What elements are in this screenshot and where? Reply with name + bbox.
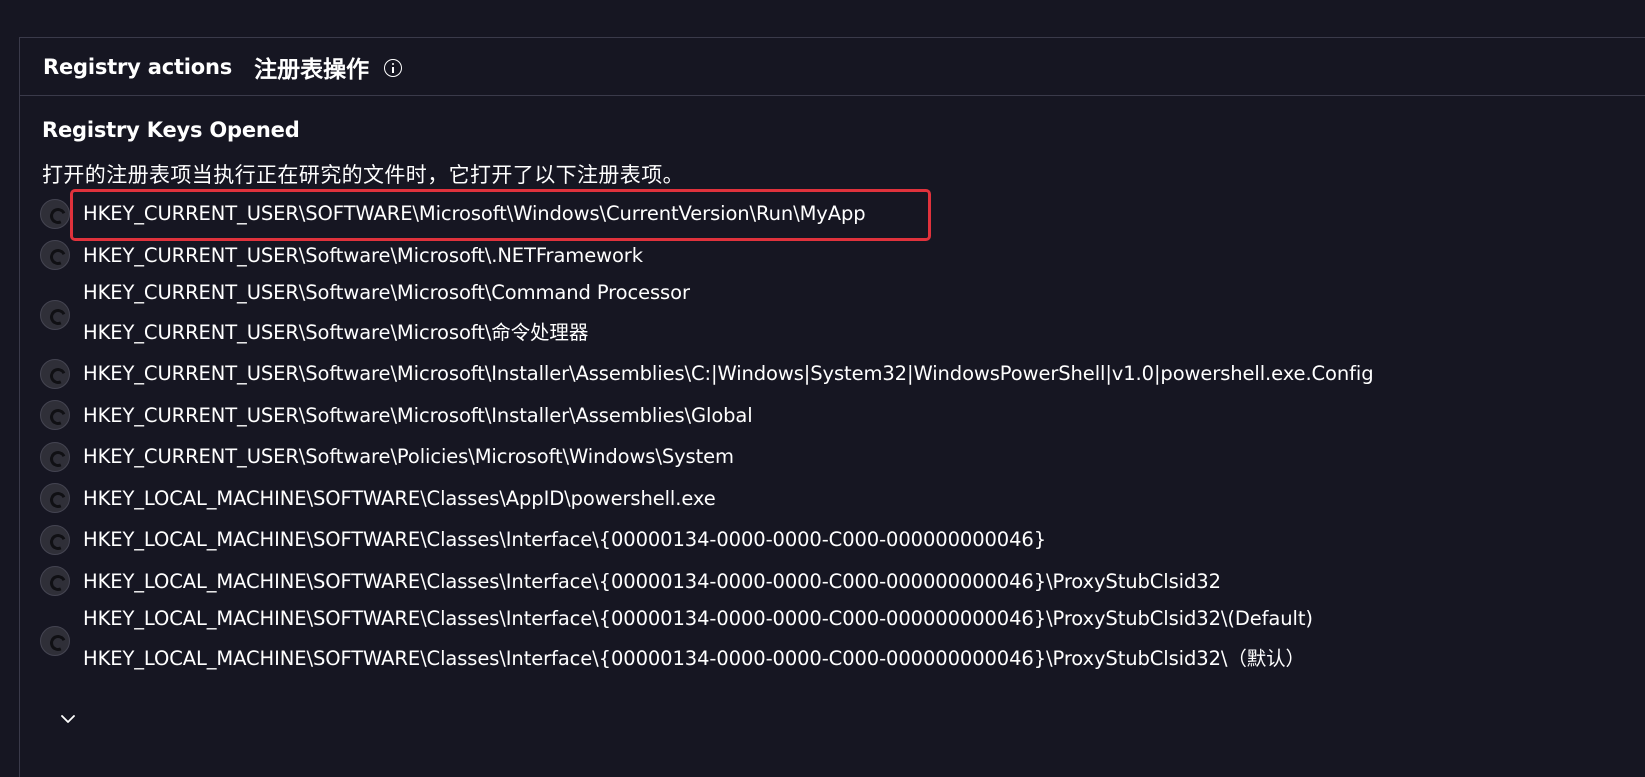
registry-actions-panel: Registry actions 注册表操作 Registry Keys Ope… — [19, 37, 1645, 777]
registry-key-icon — [40, 625, 70, 656]
list-item: HKEY_CURRENT_USER\Software\Policies\Micr… — [40, 436, 1620, 478]
registry-key-path: HKEY_LOCAL_MACHINE\SOFTWARE\Classes\Inte… — [83, 569, 1221, 593]
section-title-en: Registry actions — [43, 54, 233, 79]
list-item: HKEY_CURRENT_USER\Software\Microsoft\Com… — [40, 276, 1620, 353]
registry-key-icon — [40, 240, 70, 271]
registry-key-path: HKEY_CURRENT_USER\Software\Microsoft\Ins… — [83, 362, 1374, 386]
registry-key-icon — [40, 358, 70, 389]
list-item: HKEY_LOCAL_MACHINE\SOFTWARE\Classes\Inte… — [40, 602, 1620, 679]
registry-key-path: HKEY_CURRENT_USER\Software\Policies\Micr… — [83, 445, 734, 469]
list-item: HKEY_LOCAL_MACHINE\SOFTWARE\Classes\Inte… — [40, 519, 1620, 561]
registry-key-path: HKEY_CURRENT_USER\Software\Microsoft\命令处… — [83, 321, 589, 344]
registry-key-path: HKEY_CURRENT_USER\Software\Microsoft\Com… — [83, 281, 690, 304]
list-item: HKEY_CURRENT_USER\Software\Microsoft\Ins… — [40, 353, 1620, 395]
list-item: HKEY_LOCAL_MACHINE\SOFTWARE\Classes\AppI… — [40, 478, 1620, 520]
registry-key-path: HKEY_LOCAL_MACHINE\SOFTWARE\Classes\Inte… — [83, 528, 1047, 552]
list-item: HKEY_CURRENT_USER\SOFTWARE\Microsoft\Win… — [40, 193, 1620, 235]
list-item: HKEY_CURRENT_USER\Software\Microsoft\.NE… — [40, 235, 1620, 277]
chevron-down-icon[interactable] — [61, 712, 75, 726]
registry-key-path: HKEY_CURRENT_USER\Software\Microsoft\Ins… — [83, 403, 753, 427]
registry-key-icon — [40, 524, 70, 555]
registry-key-path: HKEY_LOCAL_MACHINE\SOFTWARE\Classes\Inte… — [83, 607, 1313, 630]
info-icon[interactable] — [384, 59, 403, 77]
registry-key-path: HKEY_LOCAL_MACHINE\SOFTWARE\Classes\Inte… — [83, 647, 1305, 670]
registry-key-icon — [40, 400, 70, 431]
registry-keys-description: 打开的注册表项当执行正在研究的文件时，它打开了以下注册表项。 — [42, 163, 684, 187]
registry-key-icon — [40, 198, 70, 229]
list-item: HKEY_CURRENT_USER\Software\Microsoft\Ins… — [40, 395, 1620, 437]
registry-key-icon — [40, 299, 70, 330]
registry-key-icon — [40, 441, 70, 472]
registry-key-icon — [40, 566, 70, 597]
registry-key-icon — [40, 483, 70, 514]
registry-keys-list: HKEY_CURRENT_USER\SOFTWARE\Microsoft\Win… — [40, 193, 1620, 679]
section-header: Registry actions 注册表操作 — [20, 38, 1645, 96]
registry-keys-opened-title: Registry Keys Opened — [42, 118, 300, 142]
list-item: HKEY_LOCAL_MACHINE\SOFTWARE\Classes\Inte… — [40, 561, 1620, 603]
registry-key-path: HKEY_CURRENT_USER\Software\Microsoft\.NE… — [83, 243, 643, 267]
registry-key-path: HKEY_CURRENT_USER\SOFTWARE\Microsoft\Win… — [83, 202, 866, 226]
registry-key-path: HKEY_LOCAL_MACHINE\SOFTWARE\Classes\AppI… — [83, 486, 716, 510]
section-title-zh: 注册表操作 — [254, 56, 370, 83]
